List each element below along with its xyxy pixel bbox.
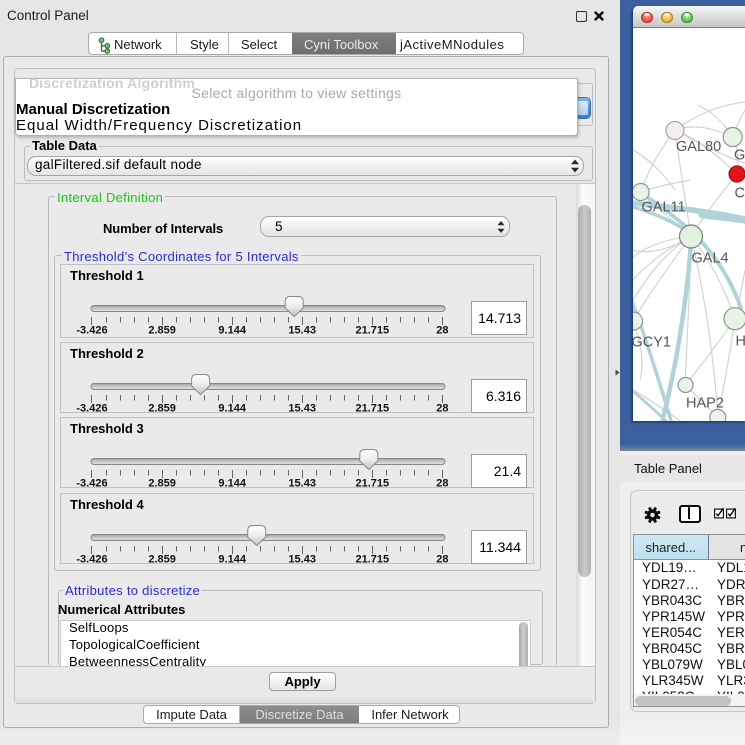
svg-text:28: 28: [436, 403, 448, 415]
svg-text:HAP2: HAP2: [686, 396, 724, 412]
svg-text:GAL4: GAL4: [692, 251, 729, 267]
svg-text:28: 28: [436, 478, 448, 490]
svg-text:21.715: 21.715: [355, 554, 389, 566]
svg-text:28: 28: [436, 325, 448, 337]
svg-text:28: 28: [436, 554, 448, 566]
svg-text:-3.426: -3.426: [76, 325, 107, 337]
svg-text:GAL11: GAL11: [642, 200, 686, 216]
svg-text:15.43: 15.43: [288, 478, 316, 490]
svg-text:-3.426: -3.426: [76, 554, 107, 566]
svg-text:15.43: 15.43: [288, 403, 316, 415]
svg-text:-3.426: -3.426: [76, 403, 107, 415]
svg-text:9.144: 9.144: [218, 403, 246, 415]
svg-text:15.43: 15.43: [288, 325, 316, 337]
svg-text:21.715: 21.715: [355, 478, 389, 490]
svg-text:C: C: [735, 186, 745, 202]
svg-text:2.859: 2.859: [148, 478, 176, 490]
svg-text:9.144: 9.144: [218, 478, 246, 490]
svg-text:2.859: 2.859: [148, 325, 176, 337]
svg-text:2.859: 2.859: [148, 554, 176, 566]
svg-text:9.144: 9.144: [218, 554, 246, 566]
svg-text:H: H: [736, 334, 745, 350]
svg-text:15.43: 15.43: [288, 554, 316, 566]
svg-text:GCY1: GCY1: [633, 335, 671, 351]
svg-text:21.715: 21.715: [355, 325, 389, 337]
svg-text:GA: GA: [734, 148, 745, 164]
svg-text:GAL80: GAL80: [676, 139, 721, 155]
svg-text:9.144: 9.144: [218, 325, 246, 337]
svg-text:21.715: 21.715: [355, 403, 389, 415]
svg-text:2.859: 2.859: [148, 403, 176, 415]
svg-text:-3.426: -3.426: [76, 478, 107, 490]
